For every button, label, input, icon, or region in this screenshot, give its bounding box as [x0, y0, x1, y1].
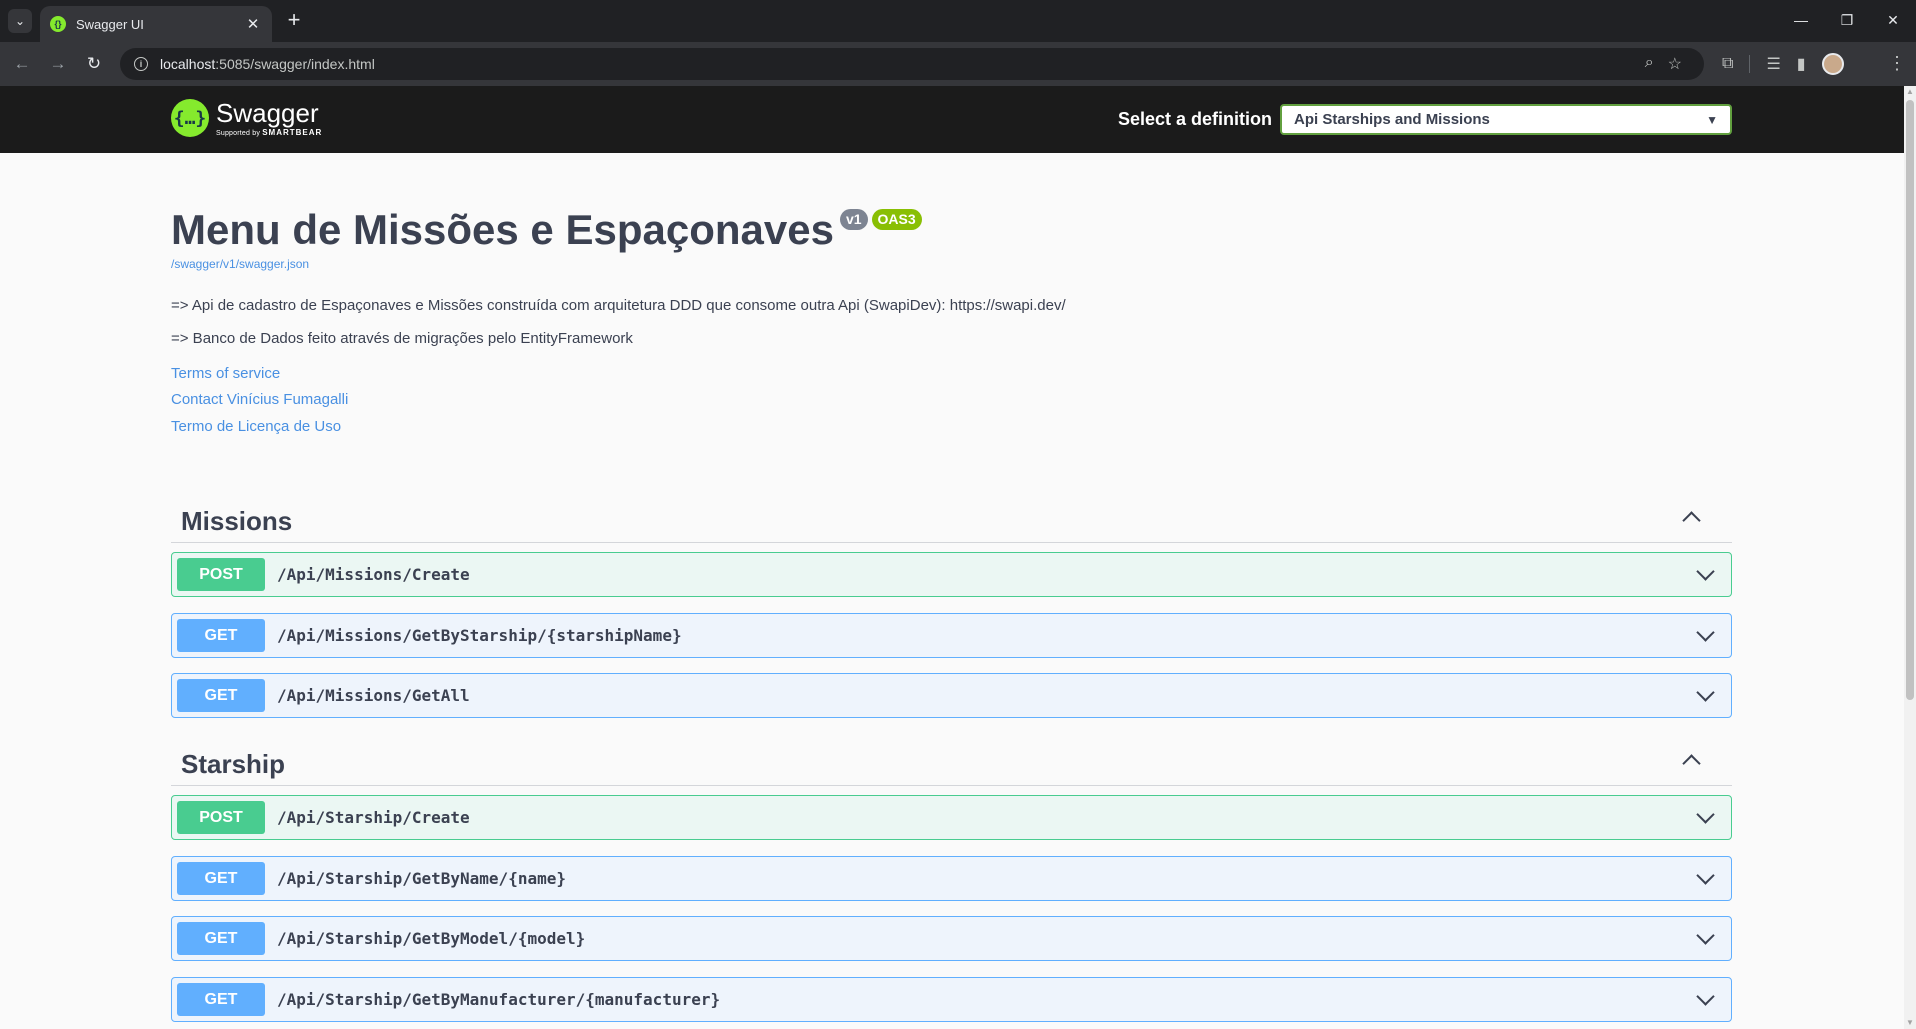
operation-row[interactable]: GET /Api/Missions/GetByStarship/{starshi… — [171, 613, 1732, 658]
operation-row[interactable]: POST /Api/Missions/Create — [171, 552, 1732, 597]
logo-name: Swagger — [216, 97, 319, 128]
logo-sub-prefix: Supported by — [216, 129, 261, 137]
license-link[interactable]: Termo de Licença de Uso — [171, 418, 341, 435]
definition-select[interactable]: Api Starships and Missions ▼ — [1280, 104, 1732, 135]
chevron-down-icon[interactable] — [1693, 808, 1717, 828]
close-window-icon[interactable]: ✕ — [1870, 0, 1916, 40]
description-line-1: => Api de cadastro de Espaçonaves e Miss… — [171, 297, 1066, 314]
omnibox-actions: ⌕ ☆ — [1645, 54, 1682, 74]
toolbar-actions: ⧉ ☰ ▮ — [1722, 53, 1844, 75]
site-info-icon[interactable]: i — [134, 57, 148, 71]
definition-value: Api Starships and Missions — [1294, 111, 1490, 128]
chevron-down-icon[interactable] — [1693, 686, 1717, 706]
bookmark-star-icon[interactable]: ☆ — [1668, 54, 1682, 74]
page-title: Menu de Missões e Espaçonaves — [171, 206, 834, 253]
operation-row[interactable]: GET /Api/Starship/GetByModel/{model} — [171, 916, 1732, 961]
restore-icon[interactable]: ❐ — [1824, 0, 1870, 40]
chevron-down-icon[interactable] — [1693, 990, 1717, 1010]
definition-label: Select a definition — [1118, 109, 1273, 129]
operation-path: /Api/Starship/GetByName/{name} — [277, 869, 566, 888]
oas-badge: OAS3 — [871, 209, 922, 230]
tag-starship[interactable]: Starship — [171, 739, 1732, 786]
chevron-down-icon: ▼ — [1706, 112, 1718, 127]
method-badge: GET — [177, 619, 265, 652]
page-scrollbar[interactable]: ▲ ▼ — [1904, 86, 1916, 1029]
operation-row[interactable]: GET /Api/Starship/GetByManufacturer/{man… — [171, 977, 1732, 1022]
reload-icon[interactable]: ↻ — [82, 52, 106, 76]
method-badge: GET — [177, 922, 265, 955]
operation-row[interactable]: GET /Api/Starship/GetByName/{name} — [171, 856, 1732, 901]
tag-title: Starship — [181, 749, 286, 779]
api-title-row: Menu de Missões e Espaçonaves v1 OAS3 — [171, 205, 922, 255]
tag-missions[interactable]: Missions — [171, 496, 1732, 543]
operation-row[interactable]: POST /Api/Starship/Create — [171, 795, 1732, 840]
side-panel-icon[interactable]: ▮ — [1797, 54, 1806, 74]
toolbar-separator — [1749, 55, 1751, 73]
chevron-down-icon[interactable] — [1693, 626, 1717, 646]
chevron-up-icon[interactable] — [1680, 749, 1702, 769]
operation-path: /Api/Starship/GetByManufacturer/{manufac… — [277, 990, 721, 1009]
swagger-logo-text: Swagger Supported by SMARTBEAR — [216, 100, 322, 137]
chevron-down-icon[interactable] — [1693, 565, 1717, 585]
tab-search-chevron-icon[interactable]: ⌄ — [8, 9, 32, 33]
scroll-down-icon[interactable]: ▼ — [1904, 1017, 1916, 1029]
profile-avatar[interactable] — [1821, 53, 1844, 75]
method-badge: GET — [177, 983, 265, 1016]
new-tab-plus-icon[interactable]: + — [282, 9, 306, 33]
contact-link[interactable]: Contact Vinícius Fumagalli — [171, 391, 348, 408]
swagger-logo-icon: {…} — [171, 99, 209, 137]
scroll-up-icon[interactable]: ▲ — [1904, 86, 1916, 98]
chevron-down-icon[interactable] — [1693, 869, 1717, 889]
tag-title: Missions — [181, 506, 293, 536]
zoom-icon[interactable]: ⌕ — [1645, 54, 1654, 74]
operation-row[interactable]: GET /Api/Missions/GetAll — [171, 673, 1732, 718]
method-badge: POST — [177, 801, 265, 834]
url-host: localhost — [160, 56, 216, 72]
tab-title: Swagger UI — [76, 16, 144, 32]
logo-sub: Supported by SMARTBEAR — [216, 128, 322, 137]
browser-toolbar: ← → ↻ i localhost:5085/swagger/index.htm… — [0, 42, 1916, 86]
scrollbar-thumb[interactable] — [1906, 100, 1914, 700]
browser-tabstrip: ⌄ {} Swagger UI ✕ + — ❐ ✕ — [0, 0, 1916, 42]
version-badge: v1 — [839, 209, 868, 230]
swagger-topbar: {…} Swagger Supported by SMARTBEAR Selec… — [0, 86, 1904, 153]
forward-arrow-icon[interactable]: → — [46, 52, 70, 76]
minimize-icon[interactable]: — — [1778, 0, 1824, 40]
extensions-icon[interactable]: ⧉ — [1722, 55, 1733, 73]
operation-path: /Api/Missions/GetAll — [277, 686, 470, 705]
back-arrow-icon[interactable]: ← — [10, 52, 34, 76]
swagger-favicon-icon: {} — [50, 16, 66, 32]
browser-tab[interactable]: {} Swagger UI ✕ — [40, 6, 272, 42]
chevron-up-icon[interactable] — [1680, 506, 1702, 526]
address-bar[interactable]: i localhost:5085/swagger/index.html ⌕ ☆ — [120, 48, 1704, 80]
url-text: localhost:5085/swagger/index.html — [160, 56, 375, 72]
swagger-logo[interactable]: {…} Swagger Supported by SMARTBEAR — [171, 99, 322, 137]
method-badge: POST — [177, 558, 265, 591]
browser-menu-icon[interactable]: ⋮ — [1888, 53, 1906, 74]
operation-path: /Api/Missions/Create — [277, 565, 470, 584]
operation-path: /Api/Missions/GetByStarship/{starshipNam… — [277, 626, 682, 645]
method-badge: GET — [177, 679, 265, 712]
operation-path: /Api/Starship/GetByModel/{model} — [277, 929, 586, 948]
terms-of-service-link[interactable]: Terms of service — [171, 365, 280, 382]
url-path: :5085/swagger/index.html — [215, 56, 375, 72]
chevron-down-icon[interactable] — [1693, 929, 1717, 949]
spec-url-link[interactable]: /swagger/v1/swagger.json — [171, 257, 309, 271]
window-controls: — ❐ ✕ — [1778, 0, 1916, 42]
method-badge: GET — [177, 862, 265, 895]
tab-close-icon[interactable]: ✕ — [244, 15, 262, 33]
operation-path: /Api/Starship/Create — [277, 808, 470, 827]
description-line-2: => Banco de Dados feito através de migra… — [171, 330, 633, 347]
reading-list-icon[interactable]: ☰ — [1766, 54, 1780, 74]
logo-sub-brand: SMARTBEAR — [262, 127, 323, 137]
